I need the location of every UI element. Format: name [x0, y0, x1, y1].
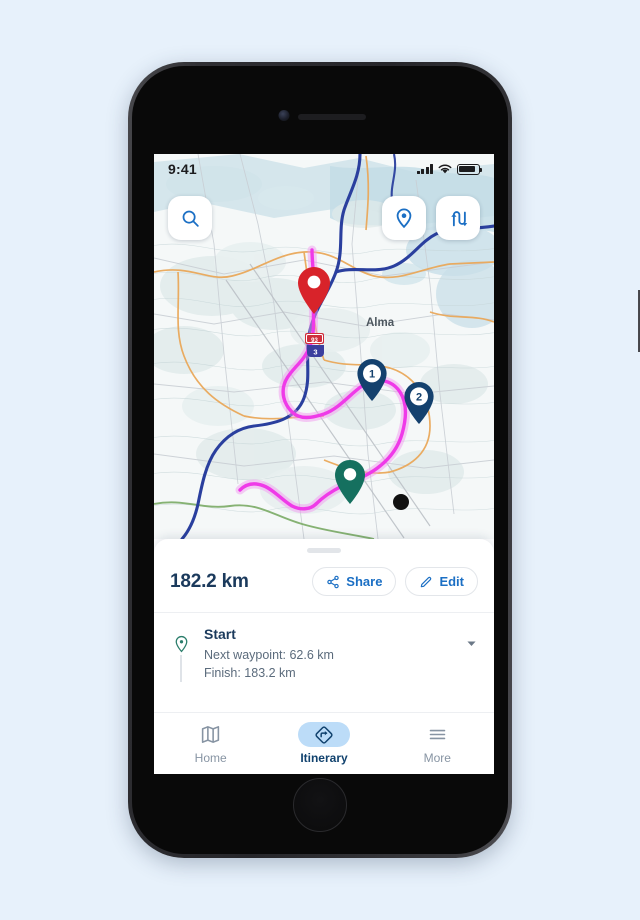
- pencil-icon: [421, 576, 432, 587]
- bottom-sheet[interactable]: 182.2 km Share Edit Start Next waypoint:…: [154, 539, 494, 774]
- locate-button[interactable]: [382, 196, 426, 240]
- home-button[interactable]: [293, 778, 347, 832]
- leg-connector-line: [180, 655, 182, 683]
- map-view[interactable]: Alma 93 3 1 2 9:41: [154, 154, 494, 539]
- leg-body: Start Next waypoint: 62.6 km Finish: 183…: [204, 625, 453, 682]
- phone-body: Alma 93 3 1 2 9:41 182.2 km Share Edit S…: [132, 66, 508, 854]
- phone-screen: Alma 93 3 1 2 9:41 182.2 km Share Edit S…: [154, 154, 494, 774]
- current-position-dot[interactable]: [393, 494, 409, 510]
- earpiece-speaker: [298, 114, 366, 120]
- hamburger-icon: [411, 722, 463, 747]
- screenshot-canvas: Alma 93 3 1 2 9:41 182.2 km Share Edit S…: [0, 0, 640, 920]
- leg-rail: [170, 625, 192, 683]
- map-controls: [154, 196, 494, 240]
- expand-leg-button[interactable]: [465, 637, 478, 655]
- map-folded-icon: [185, 722, 237, 747]
- leg-finish: Finish: 183.2 km: [204, 666, 296, 681]
- tab-more[interactable]: More: [381, 722, 494, 765]
- svg-text:93: 93: [311, 338, 318, 344]
- tab-itinerary-label: Itinerary: [300, 751, 348, 765]
- tab-home[interactable]: Home: [154, 722, 267, 765]
- phone-device-frame: Alma 93 3 1 2 9:41 182.2 km Share Edit S…: [128, 62, 640, 858]
- sheet-actions: Share Edit: [312, 567, 478, 596]
- route-swap-icon: [451, 211, 468, 227]
- directions-button[interactable]: [436, 196, 480, 240]
- itinerary-leg-row[interactable]: Start Next waypoint: 62.6 km Finish: 183…: [154, 613, 494, 696]
- highway-shield: 93 3: [305, 333, 324, 357]
- front-camera-icon: [278, 110, 290, 121]
- start-pin-icon: [175, 635, 187, 653]
- edit-label: Edit: [439, 574, 464, 589]
- tab-itinerary[interactable]: Itinerary: [267, 722, 380, 765]
- map-city-label: Alma: [366, 317, 395, 329]
- tab-more-label: More: [423, 751, 451, 765]
- share-label: Share: [346, 574, 383, 589]
- route-distance: 182.2 km: [170, 570, 249, 592]
- tab-bar: Home Itinerary More: [154, 712, 494, 774]
- search-button[interactable]: [168, 196, 212, 240]
- tab-home-label: Home: [194, 751, 227, 765]
- directions-diamond-icon: [297, 722, 350, 747]
- leg-next-waypoint: Next waypoint: 62.6 km: [204, 648, 334, 662]
- svg-text:2: 2: [416, 392, 422, 404]
- leg-title: Start: [204, 626, 236, 642]
- svg-text:1: 1: [369, 369, 375, 381]
- map-pin-icon: [396, 208, 412, 229]
- share-button[interactable]: Share: [312, 567, 397, 596]
- svg-text:3: 3: [313, 348, 317, 357]
- search-icon: [182, 210, 199, 227]
- edit-button[interactable]: Edit: [405, 567, 478, 596]
- sheet-header: 182.2 km Share Edit: [154, 553, 494, 612]
- chevron-down-icon: [467, 641, 476, 646]
- share-nodes-icon: [327, 575, 340, 588]
